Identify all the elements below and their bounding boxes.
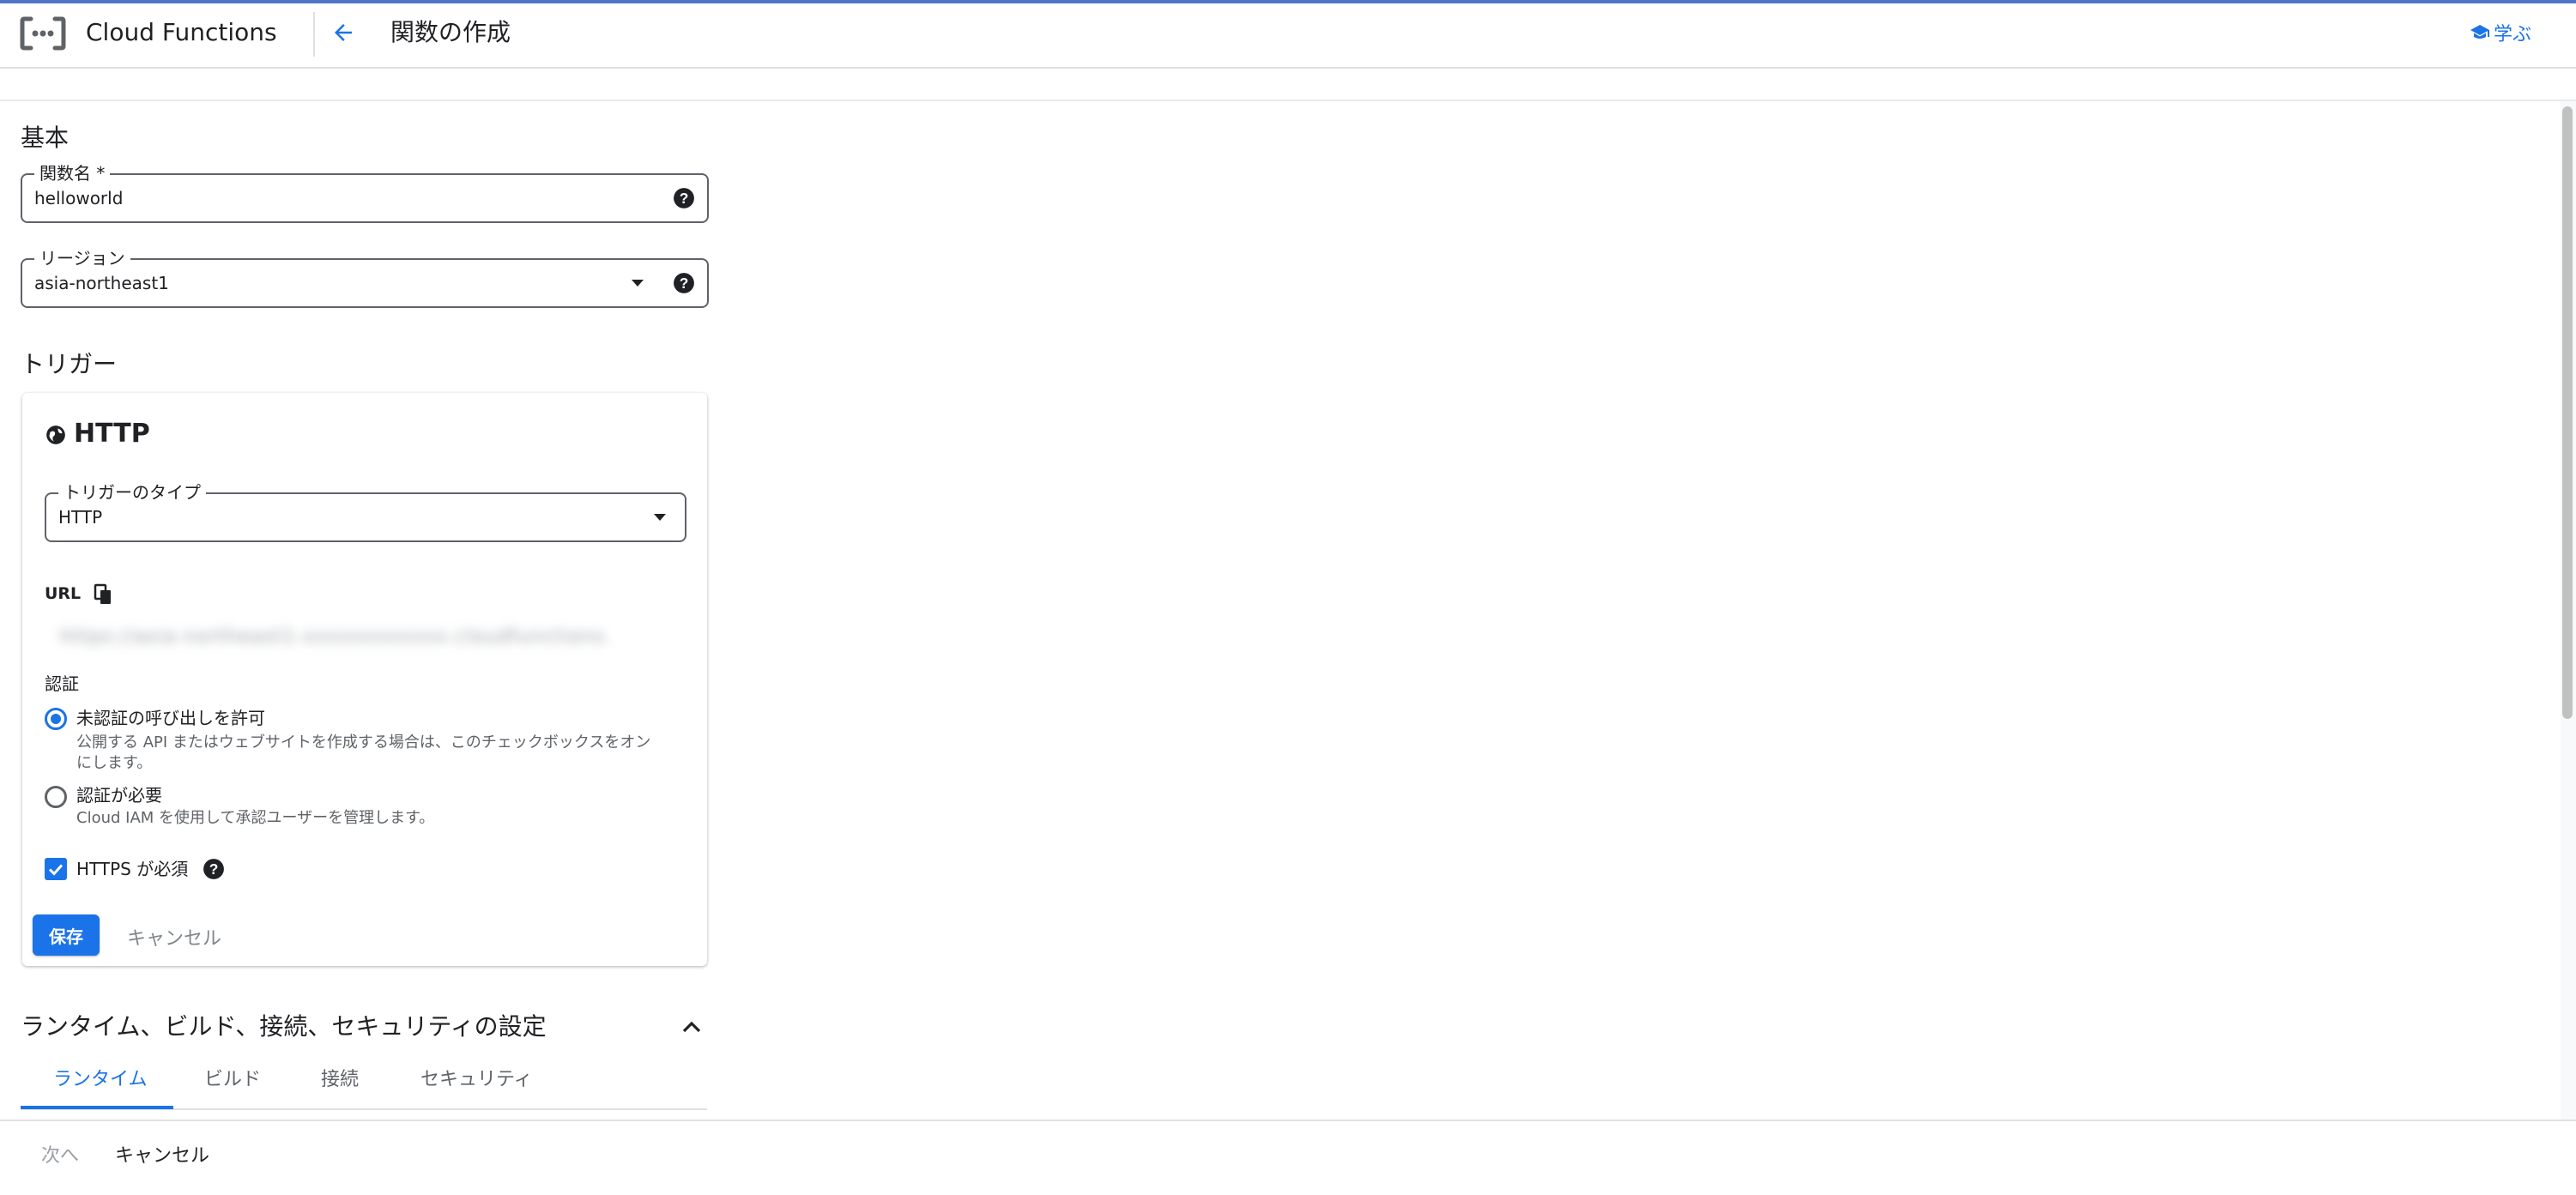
require-authentication-radio[interactable] bbox=[45, 786, 67, 808]
url-label: URL bbox=[45, 584, 82, 603]
back-button[interactable] bbox=[326, 14, 360, 51]
function-name-value: helloworld bbox=[34, 188, 124, 208]
app-title: Cloud Functions bbox=[86, 18, 277, 46]
region-label: リージョン bbox=[34, 248, 130, 269]
bottom-action-bar bbox=[0, 1120, 2576, 1195]
cloud-functions-logo-icon bbox=[19, 15, 67, 51]
svg-text:?: ? bbox=[209, 860, 219, 878]
save-button[interactable]: 保存 bbox=[33, 914, 100, 956]
function-name-field[interactable]: 関数名 * helloworld ? bbox=[21, 163, 709, 223]
basic-section-heading: 基本 bbox=[21, 124, 70, 152]
top-app-bar bbox=[0, 0, 2576, 69]
sub-header-bar bbox=[0, 69, 2576, 101]
allow-unauthenticated-title: 未認証の呼び出しを許可 bbox=[76, 708, 265, 728]
function-url[interactable]: https://asia-northeast1-xxxxxxxxxxxx.clo… bbox=[60, 626, 609, 648]
header-divider bbox=[313, 12, 315, 57]
trigger-type-value: HTTP bbox=[58, 507, 103, 528]
allow-unauthenticated-desc: 公開する API またはウェブサイトを作成する場合は、このチェックボックスをオン bbox=[76, 733, 651, 751]
next-button[interactable]: 次へ bbox=[41, 1144, 79, 1168]
copy-icon[interactable] bbox=[93, 583, 113, 606]
active-tab-indicator bbox=[21, 1106, 173, 1109]
dropdown-arrow-icon bbox=[632, 280, 644, 287]
chevron-up-icon[interactable] bbox=[681, 1019, 702, 1035]
footer-cancel-button[interactable]: キャンセル bbox=[115, 1144, 209, 1168]
svg-text:?: ? bbox=[680, 190, 689, 207]
tab-runtime[interactable]: ランタイム bbox=[53, 1067, 148, 1093]
arrow-back-icon bbox=[335, 24, 352, 41]
require-authentication-title: 認証が必要 bbox=[76, 785, 162, 806]
trigger-card-title: HTTP bbox=[74, 419, 150, 449]
region-select[interactable]: リージョン asia-northeast1 ? bbox=[21, 248, 709, 308]
trigger-type-select[interactable]: トリガーのタイプ HTTP bbox=[45, 482, 686, 542]
globe-icon bbox=[46, 425, 65, 444]
tab-build[interactable]: ビルド bbox=[204, 1067, 261, 1093]
require-authentication-desc: Cloud IAM を使用して承認ユーザーを管理します。 bbox=[76, 809, 435, 827]
trigger-cancel-button[interactable]: キャンセル bbox=[127, 923, 221, 951]
scrollbar-thumb[interactable] bbox=[2562, 106, 2573, 719]
learn-link[interactable]: 学ぶ bbox=[2470, 19, 2531, 46]
help-icon[interactable]: ? bbox=[673, 187, 695, 209]
auth-label: 認証 bbox=[45, 673, 79, 694]
graduation-cap-icon bbox=[2470, 25, 2489, 39]
https-required-label: HTTPS が必須 bbox=[76, 859, 189, 879]
svg-text:?: ? bbox=[680, 275, 689, 292]
help-icon[interactable]: ? bbox=[203, 858, 225, 880]
allow-unauthenticated-desc-cont: にします。 bbox=[76, 754, 153, 772]
page-title: 関数の作成 bbox=[390, 18, 511, 46]
top-accent-line bbox=[0, 0, 2576, 3]
https-required-checkbox[interactable] bbox=[45, 858, 67, 880]
help-icon[interactable]: ? bbox=[673, 272, 695, 294]
runtime-section-heading: ランタイム、ビルド、接続、セキュリティの設定 bbox=[21, 1012, 547, 1041]
checkmark-icon bbox=[48, 864, 63, 876]
trigger-type-label: トリガーのタイプ bbox=[58, 482, 206, 503]
learn-label: 学ぶ bbox=[2493, 24, 2531, 45]
trigger-section-heading: トリガー bbox=[21, 350, 118, 378]
dropdown-arrow-icon bbox=[654, 514, 666, 521]
allow-unauthenticated-radio[interactable] bbox=[45, 708, 67, 730]
region-value: asia-northeast1 bbox=[34, 273, 169, 293]
tab-connections[interactable]: 接続 bbox=[321, 1067, 359, 1093]
function-name-label: 関数名 * bbox=[34, 163, 111, 184]
tab-security[interactable]: セキュリティ bbox=[420, 1067, 533, 1093]
